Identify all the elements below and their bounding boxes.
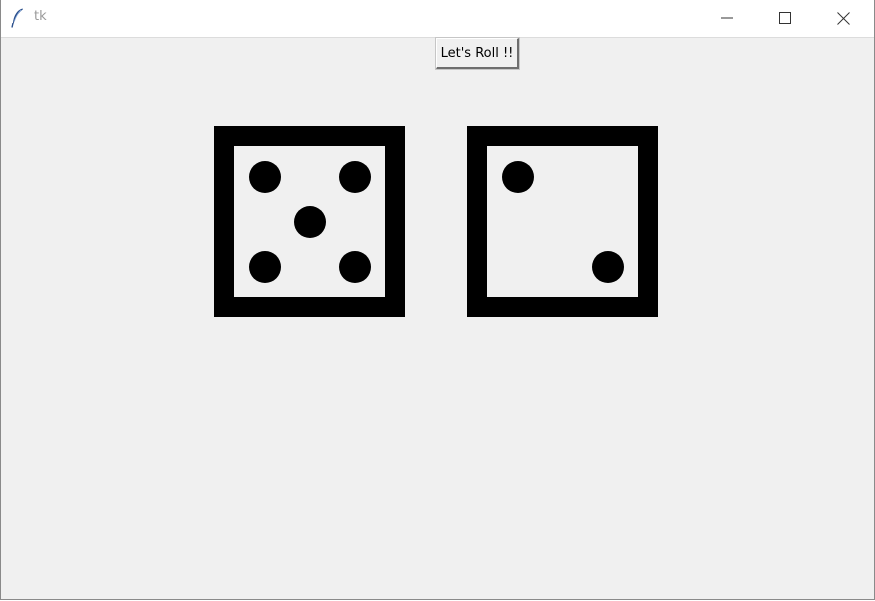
minimize-icon [721,17,733,19]
die-frame [467,126,658,317]
roll-button[interactable]: Let's Roll !! [435,37,520,70]
die-pip [339,161,371,193]
close-button[interactable] [814,0,872,36]
die-pip [249,251,281,283]
die-pip [294,206,326,238]
feather-icon [11,8,23,28]
maximize-icon [779,12,791,24]
title-bar[interactable]: tk [1,0,874,38]
window-title: tk [34,9,47,24]
minimize-button[interactable] [698,0,756,36]
die-pip [592,251,624,283]
canvas-area: Let's Roll !! [1,37,874,599]
die-pip [502,161,534,193]
app-window: tk Let's Roll !! [0,0,875,600]
die-pip [339,251,371,283]
maximize-button[interactable] [756,0,814,36]
close-icon [836,11,850,25]
die-two [467,126,658,317]
die-pip [249,161,281,193]
die-one [214,126,405,317]
